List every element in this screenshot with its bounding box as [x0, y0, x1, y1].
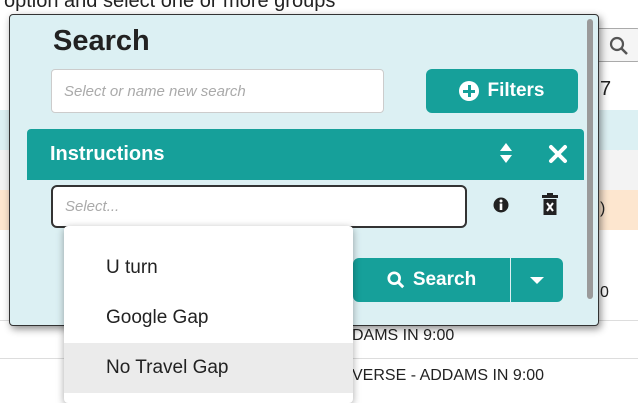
instruction-options-dropdown: U turn Google Gap No Travel Gap [64, 226, 353, 403]
row-value: 0 [600, 284, 609, 301]
info-icon[interactable] [493, 196, 509, 214]
close-icon[interactable] [548, 144, 568, 164]
row-value: 7 [600, 78, 612, 100]
dropdown-option-no-travel-gap[interactable]: No Travel Gap [64, 343, 353, 393]
sort-icon[interactable] [499, 141, 513, 165]
background-search-button[interactable] [596, 28, 638, 62]
instructions-title: Instructions [50, 143, 165, 165]
search-button-label: Search [412, 269, 477, 290]
instructions-header: Instructions [27, 129, 584, 180]
chevron-down-icon [530, 276, 544, 284]
row-value: VERSE - ADDAMS IN 9:00 [352, 367, 545, 384]
background-top-text: option and select one or more groups [4, 0, 336, 12]
row-value: ) [600, 200, 606, 217]
magnifier-icon [609, 36, 628, 55]
filters-button[interactable]: Filters [426, 69, 578, 113]
search-button[interactable]: Search [353, 258, 510, 302]
modal-scrollbar[interactable] [587, 19, 593, 299]
plus-circle-icon [459, 81, 480, 101]
instruction-select-input[interactable] [51, 185, 467, 228]
dropdown-option-u-turn[interactable]: U turn [64, 243, 353, 293]
filters-button-label: Filters [487, 80, 545, 101]
row-value: DAMS IN 9:00 [352, 327, 455, 344]
instructions-panel: Instructions [27, 129, 584, 237]
trash-icon[interactable] [542, 193, 558, 215]
modal-title: Search [53, 25, 150, 57]
dropdown-option-google-gap[interactable]: Google Gap [64, 293, 353, 343]
search-options-dropdown-button[interactable] [511, 258, 563, 302]
search-icon [387, 271, 405, 289]
search-name-input[interactable] [51, 69, 384, 113]
